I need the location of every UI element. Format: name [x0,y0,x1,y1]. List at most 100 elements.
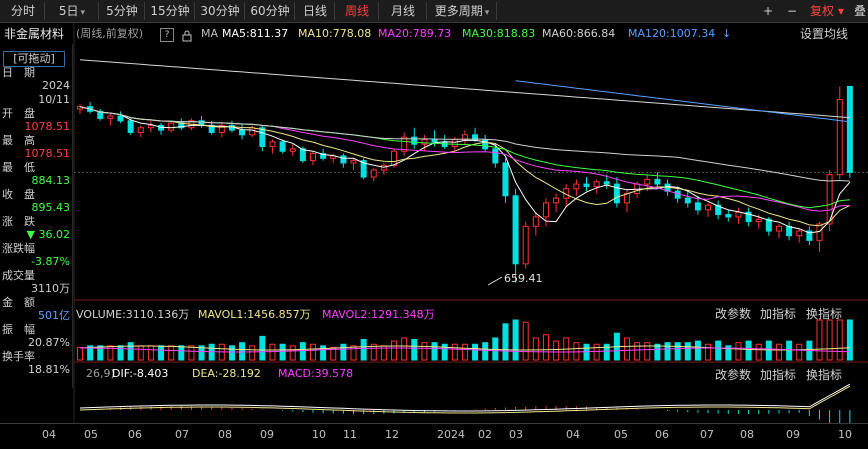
volume-edit-params-button[interactable]: 改参数 [715,305,751,322]
volume-bar [188,345,195,361]
volume-bar [147,345,154,361]
volume-bar [715,340,722,361]
axis-tick-label: 08 [218,428,232,441]
volume-bar [846,319,853,361]
candle-body [644,178,651,185]
volume-bar [826,319,833,361]
volume-bar [391,340,398,361]
ma5-line [79,106,851,234]
candle-body [725,214,732,218]
candle-body [259,127,266,148]
volume-bar [816,319,823,361]
candle-body [482,139,489,150]
macd-add-indicator-button[interactable]: 加指标 [760,366,796,383]
candle-body [340,155,347,164]
volume-bar [634,342,641,361]
candle-body [421,139,428,145]
candle-body [299,148,306,162]
candle-body [786,225,793,237]
candle-body [705,204,712,211]
axis-tick-label: 05 [84,428,98,441]
volume-bar [482,342,489,361]
volume-bar [279,343,286,361]
volume-add-indicator-button[interactable]: 加指标 [760,305,796,322]
volume-bar [624,337,631,361]
candle-body [593,181,600,187]
volume-bar [786,340,793,361]
candle-body [289,148,296,152]
macd-value: MACD:39.578 [278,367,354,380]
volume-bar [694,340,701,361]
volume-bar [299,342,306,361]
axis-tick-label: 06 [655,428,669,441]
volume-bar [593,343,600,361]
volume-title: VOLUME:3110.136万 [76,308,190,321]
candle-body [542,202,549,218]
volume-bar [553,340,560,361]
volume-bar [512,319,519,361]
volume-bar [178,345,185,361]
candle-body [309,153,316,162]
candle-body [735,211,742,218]
volume-bar [705,343,712,361]
ma20-line [79,106,850,212]
candle-body [836,99,843,176]
candle-body [522,225,529,265]
candle-body [391,150,398,166]
candle-body [603,181,610,185]
volume-bar [755,343,762,361]
macd-params: 26,9) [86,367,115,380]
mavol2-value: MAVOL2:1291.348万 [322,308,435,321]
volume-bar [664,342,671,361]
axis-tick-label: 02 [478,428,492,441]
candle-body [775,225,782,232]
axis-tick-label: 05 [614,428,628,441]
candle-body [553,197,560,204]
candle-body [846,85,853,173]
volume-bar [461,343,468,361]
candle-body [411,136,418,145]
volume-bar [796,343,803,361]
volume-bar [239,342,246,361]
volume-bar [532,337,539,361]
candle-body [117,115,124,122]
volume-bar [836,319,843,361]
volume-bar [158,345,165,361]
candle-body [684,197,691,204]
candle-body [147,124,154,129]
volume-bar [431,342,438,361]
candle-body [654,178,661,185]
axis-tick-label: 08 [740,428,754,441]
axis-tick-label: 11 [343,428,357,441]
volume-bar [451,343,458,361]
candle-body [451,139,458,148]
volume-bar [522,321,529,361]
mavol1-value: MAVOL1:1456.857万 [198,308,311,321]
axis-tick-label: 2024 [437,428,465,441]
axis-tick-label: 04 [42,428,56,441]
macd-edit-params-button[interactable]: 改参数 [715,366,751,383]
volume-bar [644,342,651,361]
volume-bar [320,345,327,361]
axis-tick-label: 09 [786,428,800,441]
volume-bar [350,345,357,361]
candle-body [370,169,377,178]
candle-body [573,183,580,190]
axis-tick-label: 03 [509,428,523,441]
volume-bar [127,342,134,361]
axis-tick-label: 09 [260,428,274,441]
macd-switch-indicator-button[interactable]: 换指标 [806,366,842,383]
volume-bar [168,345,175,361]
volume-bar [411,339,418,361]
volume-bar [472,343,479,361]
ma120-line [515,80,850,123]
volume-bar [765,340,772,361]
volume-bar [360,339,367,361]
volume-bar [542,334,549,361]
volume-bar [502,323,509,361]
candle-body [502,162,509,197]
axis-tick-label: 07 [700,428,714,441]
volume-bar [137,345,144,361]
candle-body [796,230,803,237]
volume-switch-indicator-button[interactable]: 换指标 [806,305,842,322]
